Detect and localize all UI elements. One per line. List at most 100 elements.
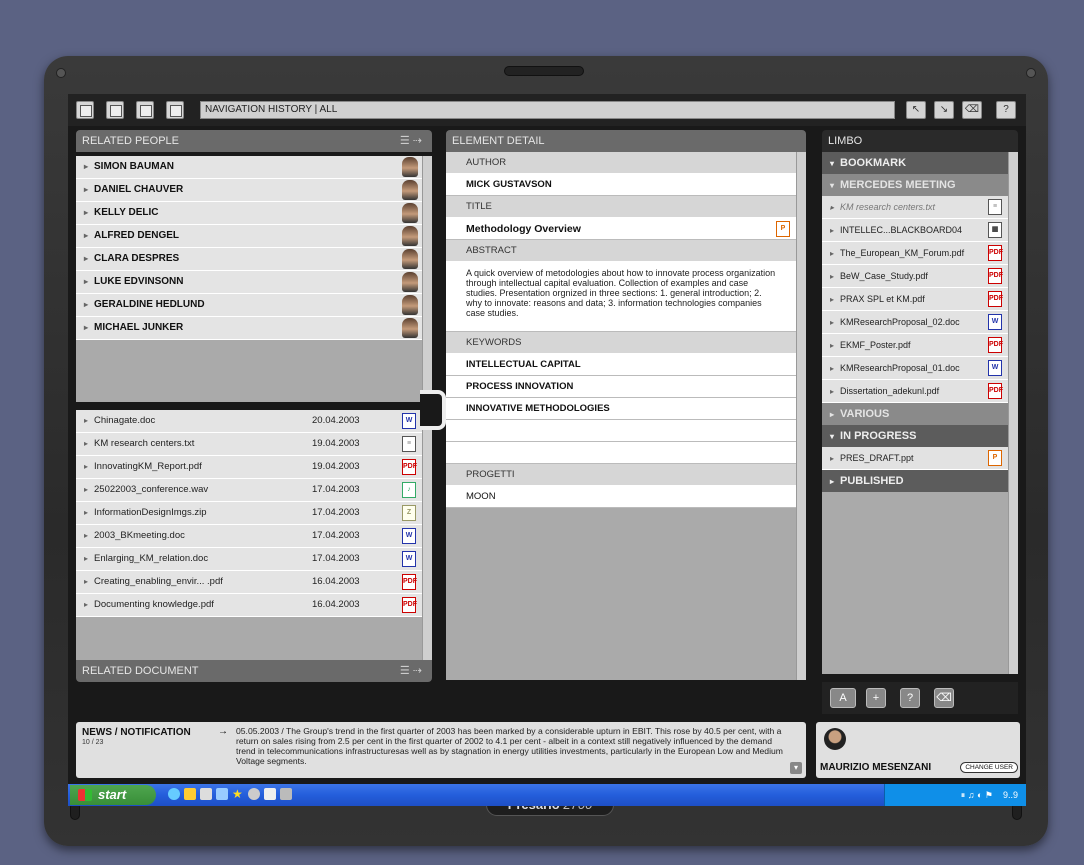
font-size-button[interactable]: A bbox=[830, 688, 856, 708]
star-icon[interactable]: ★ bbox=[232, 788, 244, 800]
keywords-label: KEYWORDS bbox=[446, 332, 796, 354]
document-row[interactable]: ▸ 2003_BKmeeting.doc 17.04.2003 W bbox=[76, 525, 422, 548]
document-date: 17.04.2003 bbox=[312, 484, 360, 495]
ppt-file-icon: P bbox=[776, 221, 790, 237]
limbo-item-name: PRAX SPL et KM.pdf bbox=[840, 294, 925, 304]
expand-icon: ▸ bbox=[84, 508, 89, 517]
document-row[interactable]: ▸ KM research centers.txt 19.04.2003 ≡ bbox=[76, 433, 422, 456]
layout-button-2[interactable] bbox=[106, 101, 124, 119]
person-photo bbox=[402, 226, 418, 246]
limbo-item[interactable]: ▸ Dissertation_adekunl.pdf PDF bbox=[822, 380, 1008, 403]
ie-icon[interactable] bbox=[168, 788, 180, 800]
pdf-file-icon: PDF bbox=[988, 268, 1003, 284]
person-row[interactable]: ▸ CLARA DESPRES bbox=[76, 248, 422, 271]
layout-button-3[interactable] bbox=[136, 101, 154, 119]
expand-icon: ▸ bbox=[84, 208, 89, 217]
app-icon[interactable] bbox=[264, 788, 276, 800]
trash-button[interactable]: ⌫ bbox=[962, 101, 982, 119]
limbo-item[interactable]: ▸ INTELLEC...BLACKBOARD04 ▦ bbox=[822, 219, 1008, 242]
expand-icon: ▸ bbox=[84, 485, 89, 494]
limbo-trash-button[interactable]: ⌫ bbox=[934, 688, 954, 708]
person-row[interactable]: ▸ KELLY DELIC bbox=[76, 202, 422, 225]
keyword-item[interactable]: INNOVATIVE METHODOLOGIES bbox=[446, 398, 796, 420]
detail-scrollbar[interactable] bbox=[796, 152, 806, 680]
in-progress-section[interactable]: ▾ IN PROGRESS bbox=[822, 425, 1018, 447]
tray-icons[interactable]: ⏸ ♫ ◐ ⚑ bbox=[961, 790, 993, 800]
expand-icon: ▸ bbox=[84, 531, 89, 540]
screw bbox=[1026, 68, 1036, 78]
person-row[interactable]: ▸ LUKE EDVINSONN bbox=[76, 271, 422, 294]
arrow-icon: → bbox=[218, 726, 228, 737]
in-progress-label: IN PROGRESS bbox=[840, 430, 917, 442]
document-row[interactable]: ▸ InnovatingKM_Report.pdf 19.04.2003 PDF bbox=[76, 456, 422, 479]
expand-icon: ▸ bbox=[830, 387, 835, 396]
nav-forward-button[interactable]: ↘ bbox=[934, 101, 954, 119]
limbo-item[interactable]: ▸ PRES_DRAFT.ppt P bbox=[822, 447, 1008, 470]
doc-title-value[interactable]: Methodology Overview P bbox=[446, 218, 796, 240]
layout-button-4[interactable] bbox=[166, 101, 184, 119]
person-row[interactable]: ▸ DANIEL CHAUVER bbox=[76, 179, 422, 202]
progetti-value[interactable]: MOON bbox=[446, 486, 796, 508]
navigation-history-bar[interactable]: NAVIGATION HISTORY | ALL bbox=[200, 101, 895, 119]
document-row[interactable]: ▸ Creating_enabling_envir... .pdf 16.04.20… bbox=[76, 571, 422, 594]
author-value[interactable]: MICK GUSTAVSON bbox=[446, 174, 796, 196]
pdf-file-icon: PDF bbox=[402, 459, 417, 475]
screen: NAVIGATION HISTORY | ALL ↖ ↘ ⌫ ? RELATED… bbox=[68, 94, 1026, 806]
keyword-item[interactable]: PROCESS INNOVATION bbox=[446, 376, 796, 398]
document-row[interactable]: ▸ Enlarging_KM_relation.doc 17.04.2003 W bbox=[76, 548, 422, 571]
document-row[interactable]: ▸ InformationDesignImgs.zip 17.04.2003 Z bbox=[76, 502, 422, 525]
list-view-icon[interactable]: ☰ ⇢ bbox=[400, 130, 422, 152]
app-icon[interactable] bbox=[200, 788, 212, 800]
limbo-item[interactable]: ▸ KMResearchProposal_02.doc W bbox=[822, 311, 1008, 334]
pdf-file-icon: PDF bbox=[402, 597, 417, 613]
gear-icon[interactable] bbox=[248, 788, 260, 800]
document-date: 17.04.2003 bbox=[312, 530, 360, 541]
add-button[interactable]: + bbox=[866, 688, 886, 708]
connector-handle[interactable] bbox=[420, 390, 446, 430]
empty-keyword-slot[interactable] bbox=[446, 442, 796, 464]
nav-back-button[interactable]: ↖ bbox=[906, 101, 926, 119]
related-documents-list: ▸ Chinagate.doc 20.04.2003 W ▸ KM research ce… bbox=[76, 410, 432, 660]
app-icon[interactable] bbox=[280, 788, 292, 800]
person-row[interactable]: ▸ ALFRED DENGEL bbox=[76, 225, 422, 248]
limbo-item-name: The_European_KM_Forum.pdf bbox=[840, 248, 965, 258]
list-view-icon[interactable]: ☰ ⇢ bbox=[400, 660, 422, 682]
limbo-item[interactable]: ▸ PRAX SPL et KM.pdf PDF bbox=[822, 288, 1008, 311]
limbo-item[interactable]: ▸ KM research centers.txt ≡ bbox=[822, 196, 1008, 219]
related-people-list: ▸ SIMON BAUMAN ▸ DANIEL CHAUVER ▸ KELLY DELIC… bbox=[76, 156, 432, 402]
document-row[interactable]: ▸ 25022003_conference.wav 17.04.2003 ♪ bbox=[76, 479, 422, 502]
limbo-item-name: INTELLEC...BLACKBOARD04 bbox=[840, 225, 963, 235]
empty-keyword-slot[interactable] bbox=[446, 420, 796, 442]
start-button[interactable]: start bbox=[70, 785, 156, 805]
folder-icon[interactable] bbox=[184, 788, 196, 800]
change-user-button[interactable]: CHANGE USER bbox=[960, 762, 1018, 773]
expand-icon: ▸ bbox=[84, 439, 89, 448]
bookmark-section[interactable]: ▾ BOOKMARK bbox=[822, 152, 1018, 174]
person-row[interactable]: ▸ GERALDINE HEDLUND bbox=[76, 294, 422, 317]
people-scrollbar[interactable] bbox=[422, 156, 432, 402]
doc-file-icon: W bbox=[402, 551, 416, 567]
layout-button-1[interactable] bbox=[76, 101, 94, 119]
limbo-help-button[interactable]: ? bbox=[900, 688, 920, 708]
help-button[interactable]: ? bbox=[996, 101, 1016, 119]
keyword-item[interactable]: INTELLECTUAL CAPITAL bbox=[446, 354, 796, 376]
document-row[interactable]: ▸ Documenting knowledge.pdf 16.04.2003 PDF bbox=[76, 594, 422, 617]
person-row[interactable]: ▸ MICHAEL JUNKER bbox=[76, 317, 422, 340]
documents-scrollbar[interactable] bbox=[422, 410, 432, 660]
document-row[interactable]: ▸ Chinagate.doc 20.04.2003 W bbox=[76, 410, 422, 433]
limbo-item[interactable]: ▸ BeW_Case_Study.pdf PDF bbox=[822, 265, 1008, 288]
person-row[interactable]: ▸ SIMON BAUMAN bbox=[76, 156, 422, 179]
mercedes-meeting-section[interactable]: ▾ MERCEDES MEETING bbox=[822, 174, 1018, 196]
published-section[interactable]: ▸ PUBLISHED bbox=[822, 470, 1018, 492]
clock: 9..9 bbox=[1002, 790, 1018, 800]
start-label: start bbox=[98, 787, 127, 802]
limbo-scrollbar[interactable] bbox=[1008, 152, 1018, 674]
limbo-item[interactable]: ▸ KMResearchProposal_01.doc W bbox=[822, 357, 1008, 380]
bb-file-icon: ▦ bbox=[988, 222, 1002, 238]
limbo-item[interactable]: ▸ EKMF_Poster.pdf PDF bbox=[822, 334, 1008, 357]
various-section[interactable]: ▸ VARIOUS bbox=[822, 403, 1018, 425]
app-icon[interactable] bbox=[216, 788, 228, 800]
news-scroll-button[interactable]: ▾ bbox=[790, 762, 802, 774]
limbo-item[interactable]: ▸ The_European_KM_Forum.pdf PDF bbox=[822, 242, 1008, 265]
expand-icon: ▸ bbox=[84, 323, 89, 332]
